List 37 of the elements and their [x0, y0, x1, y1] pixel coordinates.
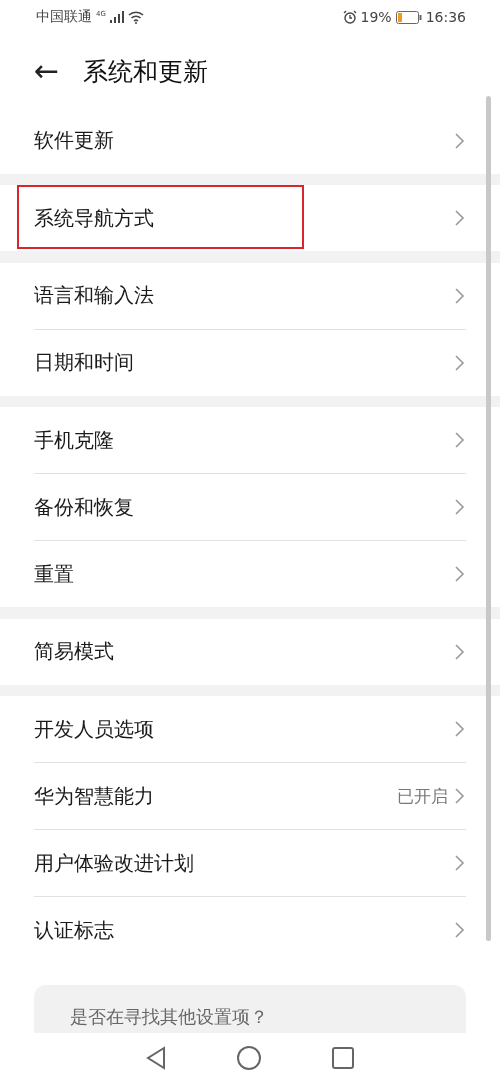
settings-item[interactable]: 备份和恢复	[34, 474, 466, 541]
carrier-name: 中国联通	[36, 8, 92, 27]
settings-item[interactable]: 认证标志	[34, 897, 466, 964]
chevron-right-icon	[454, 720, 466, 739]
chevron-right-icon	[454, 498, 466, 517]
chevron-right-icon	[454, 353, 466, 372]
page-title: 系统和更新	[83, 55, 209, 88]
alarm-icon	[342, 10, 357, 25]
suggestion-text: 是否在寻找其他设置项？	[70, 1006, 268, 1028]
chevron-right-icon	[454, 642, 466, 661]
chevron-right-icon	[454, 787, 466, 806]
settings-item[interactable]: 重置	[34, 541, 466, 608]
chevron-right-icon	[454, 131, 466, 150]
chevron-right-icon	[454, 209, 466, 227]
chevron-right-icon	[454, 431, 466, 450]
wifi-icon	[127, 10, 144, 24]
settings-item[interactable]: 手机克隆	[34, 407, 466, 474]
recents-nav-button[interactable]	[332, 1047, 355, 1070]
settings-item[interactable]: 语言和输入法	[34, 262, 466, 329]
settings-item[interactable]: 用户体验改进计划	[34, 830, 466, 897]
settings-item[interactable]: 日期和时间	[34, 329, 466, 396]
settings-item[interactable]: 系统导航方式	[34, 185, 466, 251]
home-nav-button[interactable]	[237, 1046, 261, 1071]
settings-item[interactable]: 简易模式	[34, 618, 466, 685]
clock-time: 16:36	[425, 9, 466, 26]
settings-item[interactable]: 软件更新	[34, 107, 466, 174]
signal-icon	[109, 11, 124, 24]
settings-item[interactable]: 华为智慧能力 已开启	[34, 763, 466, 830]
chevron-right-icon	[454, 286, 466, 305]
battery-percent: 19%	[360, 9, 392, 26]
battery-icon	[395, 10, 422, 24]
chevron-right-icon	[454, 565, 466, 584]
chevron-right-icon	[454, 854, 466, 873]
back-nav-button[interactable]	[145, 1046, 166, 1071]
back-button[interactable]: ←	[34, 56, 60, 86]
settings-item[interactable]: 开发人员选项	[34, 696, 466, 763]
chevron-right-icon	[454, 921, 466, 940]
